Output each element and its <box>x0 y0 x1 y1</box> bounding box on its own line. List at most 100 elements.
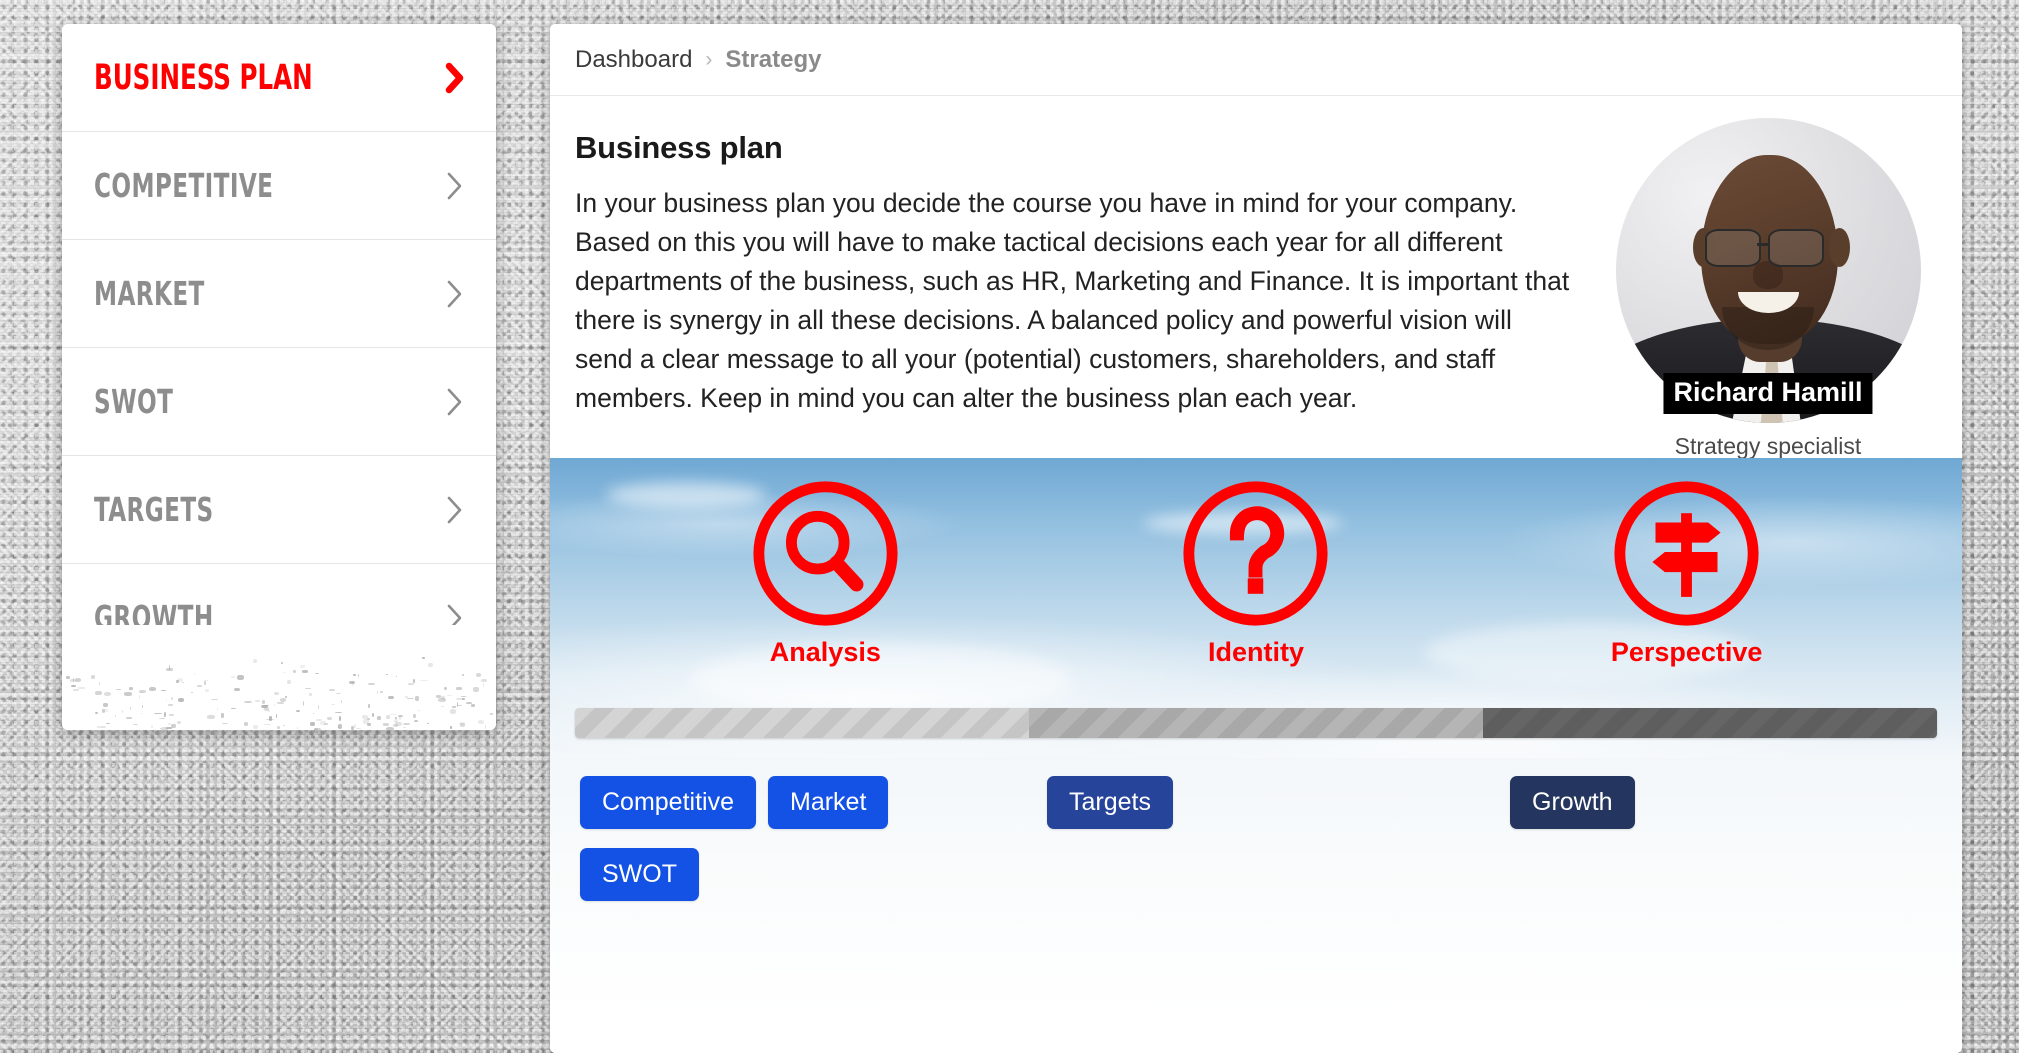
grunge-speck <box>471 703 476 707</box>
sidebar-item-business-plan[interactable]: BUSINESS PLAN <box>62 24 496 132</box>
pillar-analysis[interactable]: Analysis <box>715 476 935 668</box>
grunge-speck <box>175 679 179 683</box>
grunge-speck <box>473 687 479 692</box>
grunge-speck <box>167 704 173 706</box>
grunge-speck <box>177 698 184 703</box>
grunge-speck <box>314 727 319 730</box>
tag-button-competitive[interactable]: Competitive <box>580 776 756 829</box>
grunge-speck <box>279 698 287 703</box>
grunge-speck <box>72 677 74 682</box>
grunge-speck <box>389 713 397 716</box>
sidebar-item-label: BUSINESS PLAN <box>94 57 313 98</box>
tag-button-tray: Competitive Market Targets Growth SWOT <box>550 758 1962 1013</box>
grunge-speck <box>263 724 271 726</box>
sidebar-nav: BUSINESS PLAN COMPETITIVE MARKET SWOT TARGET… <box>62 24 496 730</box>
breadcrumb-link-dashboard[interactable]: Dashboard <box>575 46 692 74</box>
grunge-speck <box>164 711 167 717</box>
grunge-speck <box>160 690 166 692</box>
grunge-speck <box>338 716 342 721</box>
grunge-speck <box>149 686 156 691</box>
grunge-speck <box>415 695 419 701</box>
grunge-speck <box>420 679 429 682</box>
grunge-speck <box>353 673 357 677</box>
grunge-speck <box>141 705 144 708</box>
grunge-speck <box>261 705 270 707</box>
grunge-speck <box>383 723 389 726</box>
sidebar-item-swot[interactable]: SWOT <box>62 348 496 456</box>
grunge-speck <box>167 723 172 726</box>
grunge-speck <box>237 675 244 680</box>
grunge-speck <box>449 709 457 714</box>
grunge-speck <box>334 712 343 714</box>
grunge-speck <box>362 719 369 724</box>
sidebar-item-market[interactable]: MARKET <box>62 240 496 348</box>
grunge-speck <box>446 695 453 697</box>
grunge-speck <box>265 718 274 721</box>
grunge-speck <box>114 715 117 718</box>
grunge-speck <box>379 690 384 693</box>
grunge-speck <box>444 687 447 690</box>
grunge-speck <box>316 718 323 722</box>
grunge-speck <box>367 723 371 727</box>
pillar-identity[interactable]: Identity <box>1146 476 1366 668</box>
specialist-role: Strategy specialist <box>1674 433 1862 459</box>
magnifier-icon <box>748 476 903 631</box>
grunge-speck <box>159 717 165 720</box>
grunge-speck <box>103 703 109 707</box>
grunge-speck <box>403 727 406 729</box>
grunge-speck <box>477 719 484 725</box>
grunge-speck <box>355 727 362 730</box>
specialist-card: Richard Hamill Strategy specialist <box>1614 118 1922 460</box>
grunge-speck <box>154 713 162 715</box>
grunge-speck <box>323 723 328 726</box>
grunge-speck <box>412 678 415 684</box>
grunge-speck <box>275 714 278 719</box>
grunge-speck <box>204 681 206 685</box>
grunge-speck <box>243 721 249 727</box>
grunge-speck <box>462 673 465 677</box>
grunge-speck <box>243 701 252 704</box>
grunge-speck <box>165 697 168 701</box>
tag-button-market[interactable]: Market <box>768 776 889 829</box>
grunge-speck <box>171 724 177 729</box>
pillar-perspective[interactable]: Perspective <box>1577 476 1797 668</box>
signpost-icon <box>1609 476 1764 631</box>
grunge-speck <box>277 702 285 704</box>
grunge-speck <box>368 704 370 708</box>
grunge-speck <box>399 716 402 721</box>
grunge-speck <box>388 695 394 700</box>
grunge-speck <box>273 691 280 695</box>
sidebar-item-targets[interactable]: TARGETS <box>62 456 496 564</box>
sidebar-item-growth[interactable]: GROWTH <box>62 564 496 672</box>
question-mark-icon <box>1178 476 1333 631</box>
chevron-right-icon <box>444 169 466 203</box>
grunge-speck <box>407 682 414 685</box>
grunge-speck <box>427 722 430 724</box>
tag-button-growth[interactable]: Growth <box>1510 776 1635 829</box>
grunge-speck <box>132 723 138 725</box>
chevron-right-icon <box>444 601 466 635</box>
grunge-speck <box>217 707 219 710</box>
avatar-glasses-left-lens <box>1705 229 1762 267</box>
grunge-speck <box>482 682 485 688</box>
grunge-speck <box>394 718 399 723</box>
grunge-speck <box>255 700 261 703</box>
grunge-speck <box>205 688 210 692</box>
grunge-speck <box>367 683 375 686</box>
grunge-speck <box>480 678 487 683</box>
tag-button-swot[interactable]: SWOT <box>580 848 699 901</box>
sidebar-item-label: GROWTH <box>94 598 214 637</box>
grunge-speck <box>320 720 327 725</box>
progress-bar[interactable] <box>575 708 1937 738</box>
grunge-speck <box>121 709 123 714</box>
grunge-speck <box>338 727 340 729</box>
grunge-speck <box>386 714 390 720</box>
grunge-speck <box>395 721 403 726</box>
grunge-speck <box>103 691 112 696</box>
sidebar-item-competitive[interactable]: COMPETITIVE <box>62 132 496 240</box>
breadcrumb-separator-icon: › <box>705 47 713 71</box>
grunge-speck <box>459 723 466 727</box>
grunge-speck <box>206 715 215 719</box>
grunge-speck <box>97 725 100 728</box>
tag-button-targets[interactable]: Targets <box>1047 776 1173 829</box>
